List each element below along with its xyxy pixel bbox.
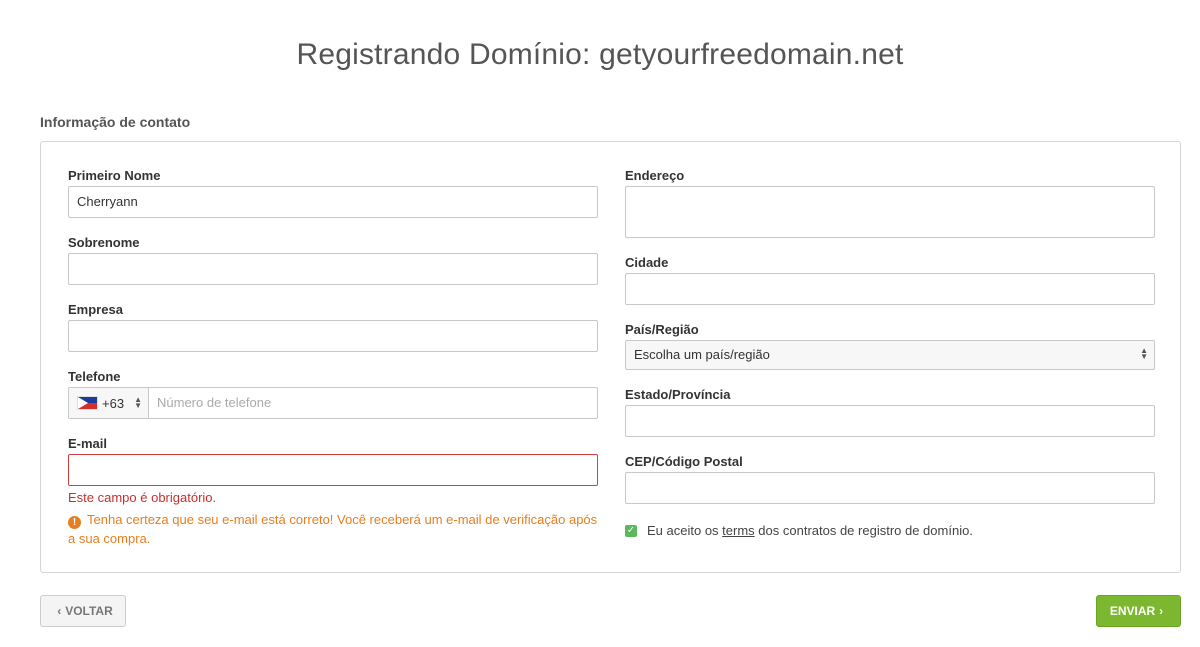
page-title: Registrando Domínio: getyourfreedomain.n… xyxy=(296,38,904,71)
check-icon: ✓ xyxy=(626,524,636,536)
country-select-value: Escolha um país/região xyxy=(634,347,770,362)
back-button-label: VOLTAR xyxy=(65,604,113,618)
exclamation-circle-icon: ! xyxy=(68,516,81,529)
country-code-value: +63 xyxy=(102,395,125,411)
last-name-label: Sobrenome xyxy=(68,235,140,250)
submit-button-label: ENVIAR xyxy=(1109,604,1156,618)
city-label: Cidade xyxy=(625,255,669,270)
first-name-input[interactable]: Cherryann xyxy=(68,186,598,218)
first-name-label: Primeiro Nome xyxy=(68,168,161,183)
company-label: Empresa xyxy=(68,302,123,317)
city-input[interactable] xyxy=(625,273,1155,305)
address-input[interactable] xyxy=(625,186,1155,238)
company-input[interactable] xyxy=(68,320,598,352)
chevron-left-icon: ‹ xyxy=(57,604,62,618)
email-label: E-mail xyxy=(68,436,108,451)
postal-input[interactable] xyxy=(625,472,1155,504)
select-arrows-icon: ▲ ▼ xyxy=(1140,346,1148,361)
email-warning-message: ! Tenha certeza que seu e-mail está corre… xyxy=(68,510,603,548)
email-warning-text: Tenha certeza que seu e-mail está corret… xyxy=(68,512,598,546)
country-select[interactable]: Escolha um país/região ▲ ▼ xyxy=(625,340,1155,370)
email-input[interactable] xyxy=(68,454,598,486)
back-button[interactable]: ‹ VOLTAR xyxy=(40,595,126,627)
submit-button[interactable]: ENVIAR › xyxy=(1096,595,1181,627)
phone-field: +63 ▲ ▼ Número de telefone xyxy=(68,387,598,419)
phone-label: Telefone xyxy=(68,369,121,384)
country-label: País/Região xyxy=(625,322,699,337)
terms-link[interactable]: terms xyxy=(722,523,755,538)
chevron-right-icon: › xyxy=(1159,604,1164,618)
terms-row: ✓ Eu aceito os terms dos contratos de re… xyxy=(625,523,973,538)
philippines-flag-icon xyxy=(77,396,98,410)
terms-prefix: Eu aceito os xyxy=(647,523,719,538)
postal-label: CEP/Código Postal xyxy=(625,454,743,469)
select-arrows-icon: ▲ ▼ xyxy=(134,395,142,410)
country-code-select[interactable]: +63 ▲ ▼ xyxy=(69,388,149,418)
email-error-message: Este campo é obrigatório. xyxy=(68,490,217,505)
phone-number-input[interactable]: Número de telefone xyxy=(149,388,597,418)
terms-suffix: dos contratos de registro de domínio. xyxy=(758,523,973,538)
state-label: Estado/Província xyxy=(625,387,731,402)
terms-checkbox[interactable]: ✓ xyxy=(625,524,637,537)
state-input[interactable] xyxy=(625,405,1155,437)
address-label: Endereço xyxy=(625,168,685,183)
last-name-input[interactable] xyxy=(68,253,598,285)
section-title: Informação de contato xyxy=(40,114,191,130)
contact-form-card: Primeiro Nome Cherryann Sobrenome Empres… xyxy=(40,141,1181,573)
